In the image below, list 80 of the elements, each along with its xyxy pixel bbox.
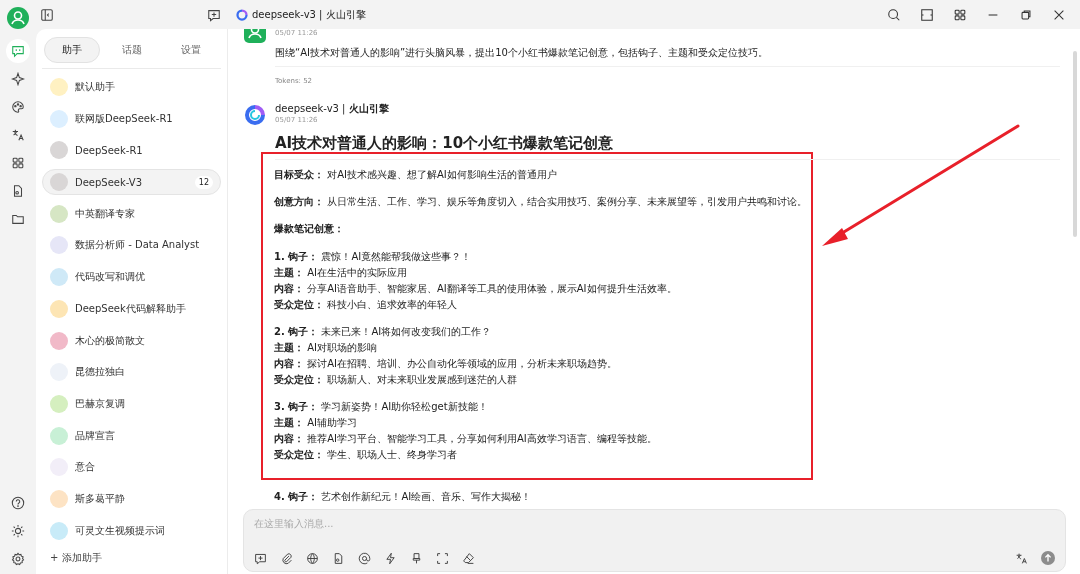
assistant-name: 昆德拉独白 xyxy=(75,365,125,380)
settings-icon[interactable] xyxy=(11,552,25,566)
eraser-icon[interactable] xyxy=(462,551,475,565)
assistant-item[interactable]: 数据分析师 - Data Analyst xyxy=(42,232,221,259)
idea-line: 受众定位： 学生、职场人士、终身学习者 xyxy=(274,448,459,462)
message-text: 围绕“AI技术对普通人的影响”进行头脑风暴，提出10个小红书爆款笔记创意，包括钩子、主题和受众定位技巧。 xyxy=(275,46,769,60)
sidebar-toggle-icon[interactable] xyxy=(40,7,54,22)
idea-line: 1. 钩子： 震惊！AI竟然能帮我做这些事？！ xyxy=(274,250,473,264)
idea-line: 内容： 探讨AI在招聘、培训、办公自动化等领域的应用，分析未来职场趋势。 xyxy=(274,357,618,371)
new-topic-icon[interactable] xyxy=(254,551,267,565)
sidebar-tab[interactable]: 助手 xyxy=(44,37,100,63)
assistant-name: 联网版DeepSeek-R1 xyxy=(75,111,173,126)
model-logo-icon xyxy=(236,8,248,21)
pin-icon[interactable] xyxy=(410,551,423,565)
idea-line: 受众定位： 职场新人、对未来职业发展感到迷茫的人群 xyxy=(274,373,519,387)
idea-line: 主题： AI在生活中的实际应用 xyxy=(274,266,408,280)
search-icon[interactable] xyxy=(887,7,901,22)
assistant-name: 中英翻译专家 xyxy=(75,206,135,221)
idea-line: 内容： 分享AI语音助手、智能家居、AI翻译等工具的使用体验，展示AI如何提升生活效率。 xyxy=(274,282,678,296)
assistant-name: 巴赫京复调 xyxy=(75,396,125,411)
topic-count: 12 xyxy=(194,175,213,189)
paperclip-icon[interactable] xyxy=(280,551,293,565)
assistant-item[interactable]: 联网版DeepSeek-R1 xyxy=(42,105,221,132)
response-heading: AI技术对普通人的影响：10个小红书爆款笔记创意 xyxy=(275,134,615,153)
sender-name: deepseek-v3 | 火山引擎 xyxy=(275,102,390,116)
window-title: deepseek-v3 | 火山引擎 xyxy=(252,7,366,22)
frame-icon[interactable] xyxy=(920,7,934,22)
assistant-name: DeepSeek代码解释助手 xyxy=(75,301,186,316)
idea-line: 3. 钩子： 学习新姿势！AI助你轻松get新技能！ xyxy=(274,400,489,414)
help-icon[interactable] xyxy=(11,496,25,510)
idea-line: 4. 钩子： 艺术创作新纪元！AI绘画、音乐、写作大揭秘！ xyxy=(274,490,533,504)
expand-icon[interactable] xyxy=(436,551,449,565)
sidebar-tab[interactable]: 设置 xyxy=(163,37,219,63)
assistant-name: 意合 xyxy=(75,460,95,475)
assistant-name: DeepSeek-R1 xyxy=(75,144,143,156)
assistant-item[interactable]: DeepSeek代码解释助手 xyxy=(42,295,221,322)
add-assistant-button[interactable]: + 添加助手 xyxy=(42,549,110,568)
assistant-name: 数据分析师 - Data Analyst xyxy=(75,238,200,253)
translate-icon[interactable] xyxy=(1015,551,1028,565)
response-paragraph: 目标受众： 对AI技术感兴趣、想了解AI如何影响生活的普通用户 xyxy=(274,168,558,182)
assistant-item[interactable]: 斯多葛平静 xyxy=(42,485,221,512)
send-icon[interactable] xyxy=(1041,551,1055,565)
assistant-item[interactable]: 默认助手 xyxy=(42,74,221,100)
user-avatar-icon[interactable] xyxy=(7,7,29,29)
document-icon[interactable] xyxy=(332,551,345,565)
globe-icon[interactable] xyxy=(306,551,319,565)
assistant-item[interactable]: 可灵文生视频提示词 xyxy=(42,517,221,544)
chat-icon[interactable] xyxy=(6,39,30,63)
response-paragraph: 创意方向： 从日常生活、工作、学习、娱乐等角度切入，结合实用技巧、案例分享、未来展望等，引发用户共鸣和讨论。 xyxy=(274,195,809,209)
idea-line: 2. 钩子： 未来已来！AI将如何改变我们的工作？ xyxy=(274,325,493,339)
assistant-item[interactable]: 木心的极简散文 xyxy=(42,327,221,354)
assistant-item[interactable]: 代码改写和调优 xyxy=(42,264,221,291)
assistant-name: DeepSeek-V3 xyxy=(75,176,143,188)
idea-line: 主题： AI辅助学习 xyxy=(274,416,358,430)
lightning-icon[interactable] xyxy=(384,551,397,565)
assistant-item[interactable]: 品牌宣言 xyxy=(42,422,221,449)
apps-icon[interactable] xyxy=(953,7,967,22)
model-logo-icon xyxy=(244,104,266,126)
assistant-item[interactable]: DeepSeek-R1 xyxy=(42,137,221,164)
idea-line: 内容： 推荐AI学习平台、智能学习工具，分享如何利用AI高效学习语言、编程等技能。 xyxy=(274,432,658,446)
sidebar-tab[interactable]: 话题 xyxy=(103,37,160,63)
assistant-name: 品牌宣言 xyxy=(75,428,115,443)
scrollbar-thumb[interactable] xyxy=(1073,51,1077,237)
assistant-name: 默认助手 xyxy=(75,80,115,94)
assistant-item[interactable]: 昆德拉独白 xyxy=(42,359,221,386)
assistant-item[interactable]: DeepSeek-V3 12 xyxy=(42,169,221,196)
assistant-name: 斯多葛平静 xyxy=(75,491,125,506)
assistant-name: 木心的极简散文 xyxy=(75,333,145,348)
mention-icon[interactable] xyxy=(358,551,371,565)
idea-line: 主题： AI对职场的影响 xyxy=(274,341,378,355)
assistant-name: 可灵文生视频提示词 xyxy=(75,523,165,538)
assistant-item[interactable]: 巴赫京复调 xyxy=(42,390,221,417)
new-topic-icon[interactable] xyxy=(207,7,221,22)
idea-line: 受众定位： 科技小白、追求效率的年轻人 xyxy=(274,298,459,312)
restore-icon[interactable] xyxy=(1019,7,1033,22)
sun-icon[interactable] xyxy=(11,524,25,538)
assistant-name: 代码改写和调优 xyxy=(75,270,145,285)
assistant-item[interactable]: 中英翻译专家 xyxy=(42,200,221,227)
response-paragraph: 爆款笔记创意： xyxy=(274,222,345,236)
assistant-item[interactable]: 意合 xyxy=(42,454,221,481)
